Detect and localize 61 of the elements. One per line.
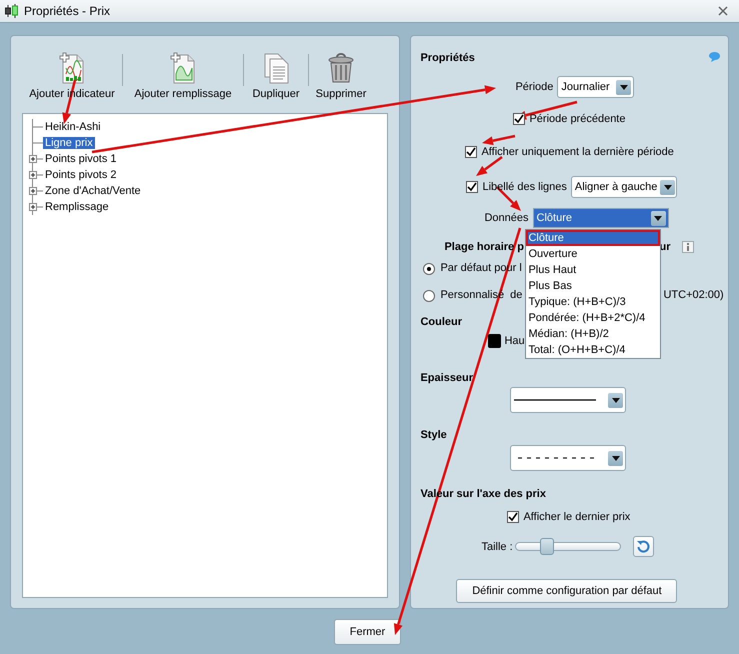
section-title: Style: [420, 429, 447, 441]
period-label: Période: [515, 81, 554, 93]
thickness-dropdown[interactable]: [510, 387, 626, 413]
close-button[interactable]: Fermer: [334, 619, 401, 645]
checkbox[interactable]: [513, 113, 526, 125]
color-label: Hau: [504, 335, 525, 347]
annotation-arrow: [476, 156, 503, 176]
reset-button[interactable]: [632, 536, 654, 557]
line-sample-icon: [514, 398, 596, 402]
checkbox[interactable]: [466, 181, 478, 193]
radio-button[interactable]: [423, 263, 436, 275]
section-title: Propriétés: [420, 52, 475, 64]
toolbar-button[interactable]: Ajouter remplissage: [123, 46, 243, 100]
checkbox-label: Afficher uniquement la dernière période: [481, 146, 674, 158]
dropdown-option[interactable]: Clôture: [526, 230, 660, 246]
toolbar-button[interactable]: Dupliquer: [244, 46, 308, 100]
expand-icon[interactable]: [29, 199, 43, 215]
checkbox-label: Afficher le dernier prix: [523, 511, 630, 523]
size-label: Taille :: [481, 540, 513, 552]
dropdown-option[interactable]: Typique: (H+B+C)/3: [526, 294, 660, 310]
tree-item[interactable]: Ligne prix: [43, 137, 95, 149]
radio-label: UTC+02:00): [663, 289, 724, 301]
trash-icon: [326, 52, 356, 84]
checkmark-icon: [508, 512, 518, 522]
dropdown-option[interactable]: Total: (O+H+B+C)/4: [526, 342, 660, 358]
checkbox[interactable]: [465, 146, 478, 158]
tree-item[interactable]: Heikin-Ashi: [43, 121, 103, 133]
set-default-button[interactable]: Définir comme configuration par défaut: [456, 579, 678, 603]
dropdown-option[interactable]: Ouverture: [526, 246, 660, 262]
tree-item[interactable]: Zone d'Achat/Vente: [43, 185, 143, 197]
data-dropdown[interactable]: Clôture: [532, 208, 669, 228]
close-icon[interactable]: [717, 5, 729, 17]
tree-item[interactable]: Points pivots 1: [43, 153, 119, 165]
slider-thumb[interactable]: [540, 538, 554, 555]
expand-icon[interactable]: [29, 167, 43, 183]
alignment-dropdown[interactable]: Aligner à gauche: [570, 176, 677, 198]
section-title: Epaisseur: [420, 372, 474, 384]
toolbar-button[interactable]: Supprimer: [309, 46, 373, 100]
checkbox[interactable]: [507, 511, 520, 523]
checkmark-icon: [514, 114, 524, 124]
expand-icon[interactable]: [29, 151, 43, 167]
candlestick-icon: [4, 4, 20, 18]
window-title: Propriétés - Prix: [24, 4, 112, 18]
dropdown-option[interactable]: Plus Bas: [526, 278, 660, 294]
checkbox-label: Période précédente: [529, 113, 626, 125]
tree-item[interactable]: Points pivots 2: [43, 169, 119, 181]
color-swatch[interactable]: [488, 334, 502, 348]
dropdown-option[interactable]: Pondérée: (H+B+2*C)/4: [526, 310, 660, 326]
tree-item[interactable]: Remplissage: [43, 201, 111, 213]
data-label: Données: [484, 212, 529, 224]
dropdown-option[interactable]: Médian: (H+B)/2: [526, 326, 660, 342]
reset-icon: [636, 539, 651, 554]
checkbox-label: Libellé des lignes: [482, 181, 567, 193]
period-dropdown[interactable]: Journalier: [557, 76, 634, 98]
dropdown-option[interactable]: Plus Haut: [526, 262, 660, 278]
section-title: Couleur: [420, 316, 462, 328]
expand-icon[interactable]: [29, 183, 43, 199]
checkmark-icon: [467, 182, 478, 192]
info-icon[interactable]: [682, 241, 694, 253]
radio-button[interactable]: [423, 290, 436, 302]
checkmark-icon: [466, 147, 476, 157]
